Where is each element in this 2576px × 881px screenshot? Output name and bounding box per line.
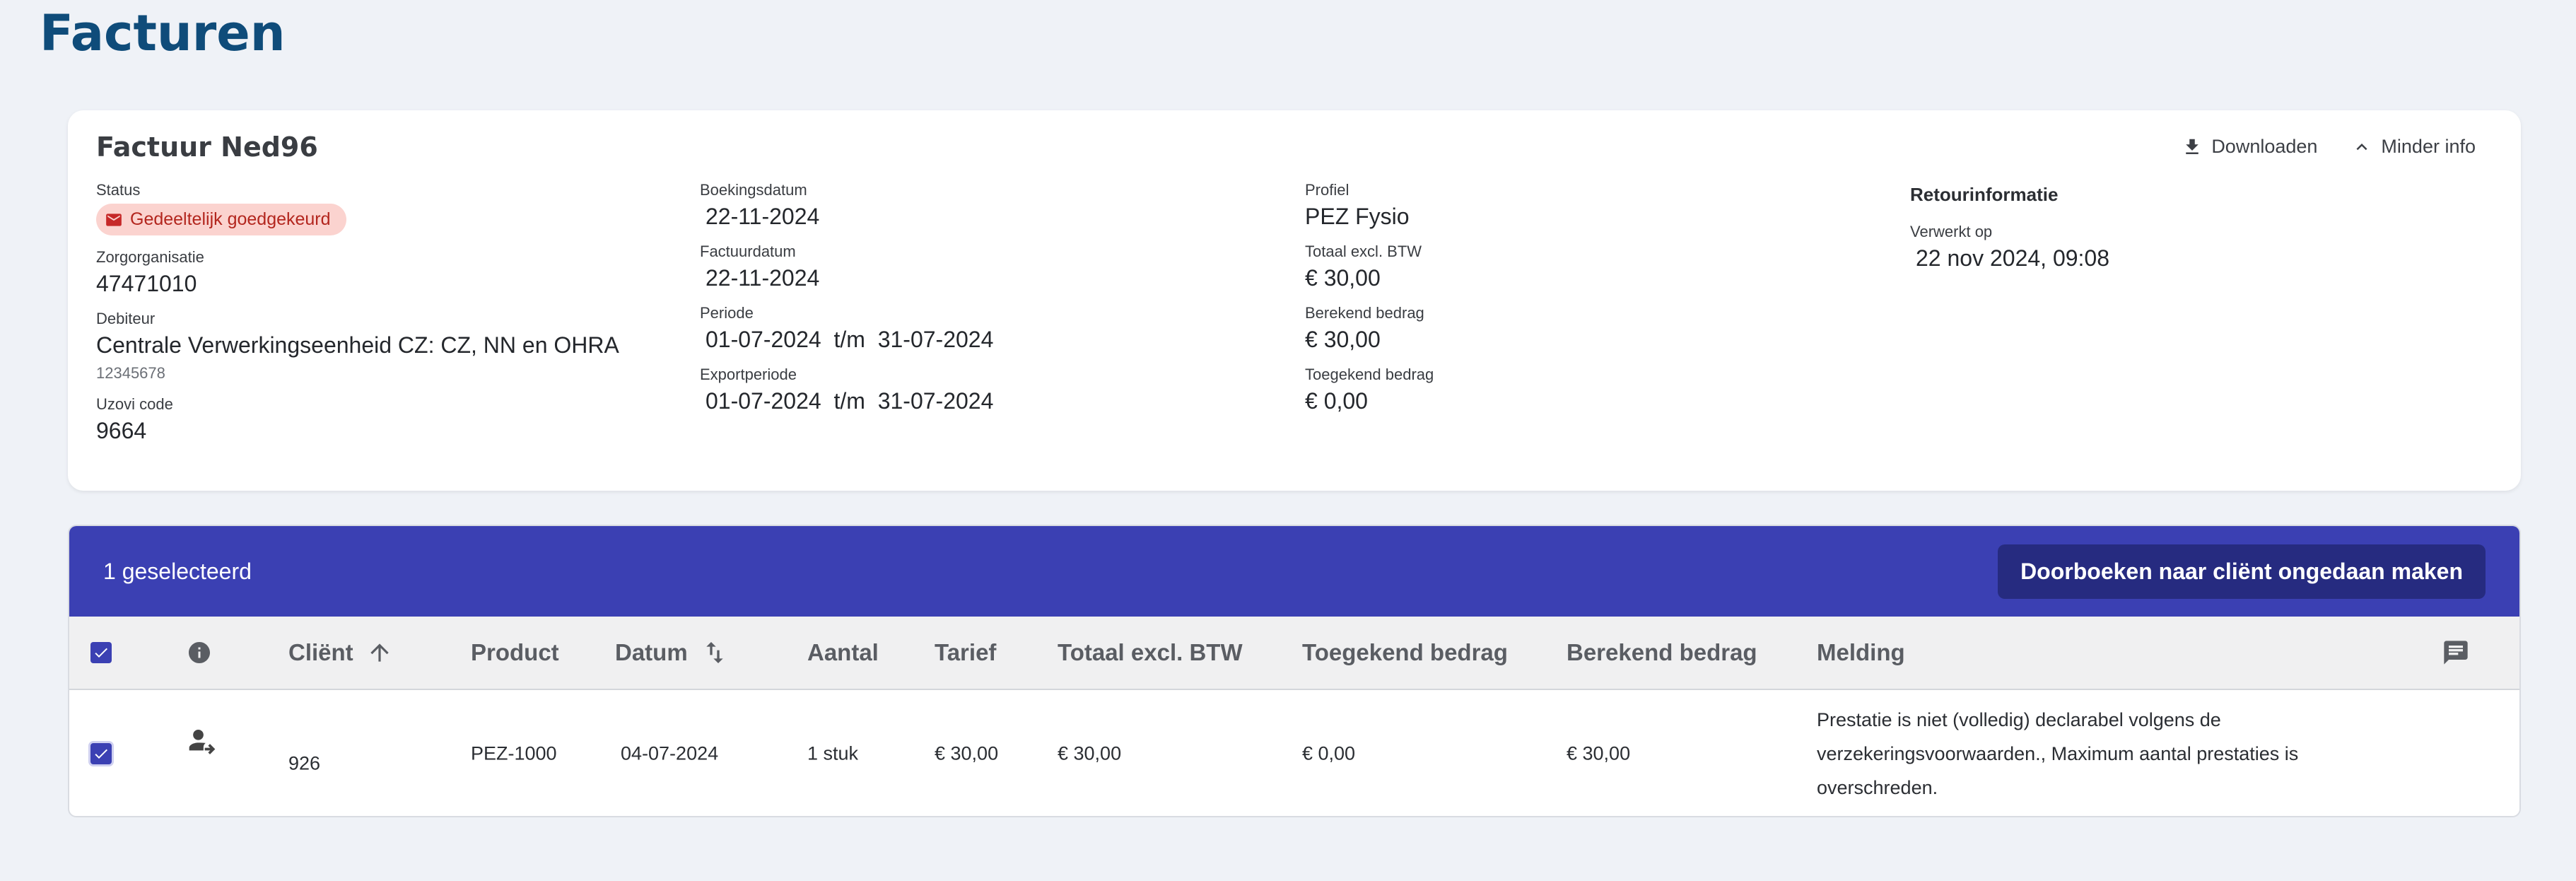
invoice-lines-table: 1 geselecteerd Doorboeken naar cliënt on… [68, 525, 2521, 817]
verwerkt-value: 22 nov 2024, 09:08 [1916, 245, 2110, 271]
download-button[interactable]: Downloaden [2182, 136, 2317, 158]
status-badge-text: Gedeeltelijk goedgekeurd [130, 209, 331, 229]
datum-header[interactable]: Datum [615, 638, 729, 667]
info-icon [189, 642, 210, 663]
zorgorganisatie-value: 47471010 [96, 271, 197, 296]
uzovi-value: 9664 [96, 418, 147, 443]
checkbox-checked-icon [95, 648, 107, 658]
info-header [187, 640, 212, 665]
client-header[interactable]: Cliënt [288, 639, 393, 666]
berekend-label: Berekend bedrag [1305, 304, 1424, 322]
tarief-header-label: Tarief [935, 639, 997, 665]
datum-header-label: Datum [615, 639, 688, 665]
cell-berekend: € 30,00 [1567, 742, 1631, 764]
boekingsdatum-value: 22-11-2024 [706, 204, 820, 229]
table-row[interactable]: 926 PEZ-1000 04-07-2024 1 stuk € 30,00 €… [69, 690, 2519, 816]
periode-value: 01-07-2024 t/m 31-07-2024 [706, 327, 994, 352]
selection-count: 1 geselecteerd [103, 558, 252, 584]
melding-header-label: Melding [1817, 639, 1905, 665]
row-checkbox[interactable] [90, 743, 112, 764]
cell-client: 926 [288, 752, 321, 774]
toegekend-label: Toegekend bedrag [1305, 366, 1434, 383]
toegekend-header[interactable]: Toegekend bedrag [1302, 639, 1508, 666]
cell-totaal: € 30,00 [1058, 742, 1122, 764]
invoice-title: Factuur Ned96 [96, 132, 318, 163]
retourinformatie-title: Retourinformatie [1910, 184, 2059, 205]
undo-transfer-button[interactable]: Doorboeken naar cliënt ongedaan maken [1998, 544, 2486, 599]
totaal-header-label: Totaal excl. BTW [1058, 639, 1243, 665]
info-column-3: Profiel PEZ Fysio Totaal excl. BTW € 30,… [1305, 181, 1434, 427]
melding-header[interactable]: Melding [1817, 639, 1905, 666]
less-info-button[interactable]: Minder info [2351, 136, 2476, 158]
page-title: Facturen [40, 4, 286, 62]
berekend-value: € 30,00 [1305, 327, 1381, 352]
mail-badge-icon [106, 213, 122, 226]
table-header: Cliënt Product Datum Aantal Tarief Totaa… [69, 617, 2519, 690]
cell-tarief: € 30,00 [935, 742, 999, 764]
debiteur-value: Centrale Verwerkingseenheid CZ: CZ, NN e… [96, 332, 619, 358]
exportperiode-label: Exportperiode [700, 366, 797, 383]
info-column-1: Status Gedeeltelijk goedgekeurd Zorgorga… [96, 181, 619, 457]
cell-melding: Prestatie is niet (volledig) declarabel … [1817, 709, 2299, 798]
debiteur-label: Debiteur [96, 310, 156, 327]
invoice-card: Factuur Ned96 Downloaden Minder info Sta… [68, 110, 2521, 491]
transfer-status [187, 725, 218, 762]
debiteur-number: 12345678 [96, 364, 165, 382]
product-header-label: Product [471, 639, 559, 665]
berekend-header[interactable]: Berekend bedrag [1567, 639, 1757, 666]
client-header-label: Cliënt [288, 639, 353, 665]
less-info-label: Minder info [2381, 136, 2476, 157]
product-header[interactable]: Product [471, 639, 559, 666]
chevron-up-icon [2356, 143, 2367, 150]
uzovi-label: Uzovi code [96, 395, 173, 413]
verwerkt-label: Verwerkt op [1910, 223, 1993, 240]
toegekend-header-label: Toegekend bedrag [1302, 639, 1508, 665]
totaal-label: Totaal excl. BTW [1305, 243, 1422, 260]
sort-icon [706, 642, 723, 663]
arrow-up-icon [370, 643, 389, 662]
aantal-header-label: Aantal [807, 639, 879, 665]
info-column-2: Boekingsdatum 22-11-2024 Factuurdatum 22… [700, 181, 993, 427]
totaal-value: € 30,00 [1305, 265, 1381, 291]
comment-icon [2444, 641, 2468, 665]
tarief-header[interactable]: Tarief [935, 639, 996, 666]
profiel-value: PEZ Fysio [1305, 204, 1410, 229]
zorgorganisatie-label: Zorgorganisatie [96, 248, 204, 266]
factuurdatum-value: 22-11-2024 [706, 265, 820, 291]
selection-bar: 1 geselecteerd Doorboeken naar cliënt on… [69, 526, 2519, 617]
download-icon [2186, 139, 2199, 154]
exportperiode-value: 01-07-2024 t/m 31-07-2024 [706, 388, 994, 414]
cell-product: PEZ-1000 [471, 742, 557, 764]
periode-label: Periode [700, 304, 754, 322]
status-badge: Gedeeltelijk goedgekeurd [96, 204, 346, 235]
cell-toegekend: € 0,00 [1302, 742, 1356, 764]
checkbox-checked-icon [95, 749, 107, 759]
aantal-header[interactable]: Aantal [807, 639, 879, 666]
cell-datum: 04-07-2024 [621, 742, 719, 764]
boekingsdatum-label: Boekingsdatum [700, 181, 807, 199]
totaal-header[interactable]: Totaal excl. BTW [1058, 639, 1243, 666]
comment-header[interactable] [2442, 638, 2470, 667]
status-label: Status [96, 181, 141, 199]
download-label: Downloaden [2211, 136, 2318, 157]
select-all-checkbox[interactable] [90, 642, 112, 663]
profiel-label: Profiel [1305, 181, 1350, 199]
berekend-header-label: Berekend bedrag [1567, 639, 1757, 665]
info-column-4: Retourinformatie Verwerkt op 22 nov 2024… [1910, 181, 2109, 284]
toegekend-value: € 0,00 [1305, 388, 1368, 414]
factuurdatum-label: Factuurdatum [700, 243, 796, 260]
person-transfer-icon [189, 729, 216, 754]
invoice-actions: Downloaden Minder info [2182, 136, 2476, 158]
cell-aantal: 1 stuk [807, 742, 859, 764]
